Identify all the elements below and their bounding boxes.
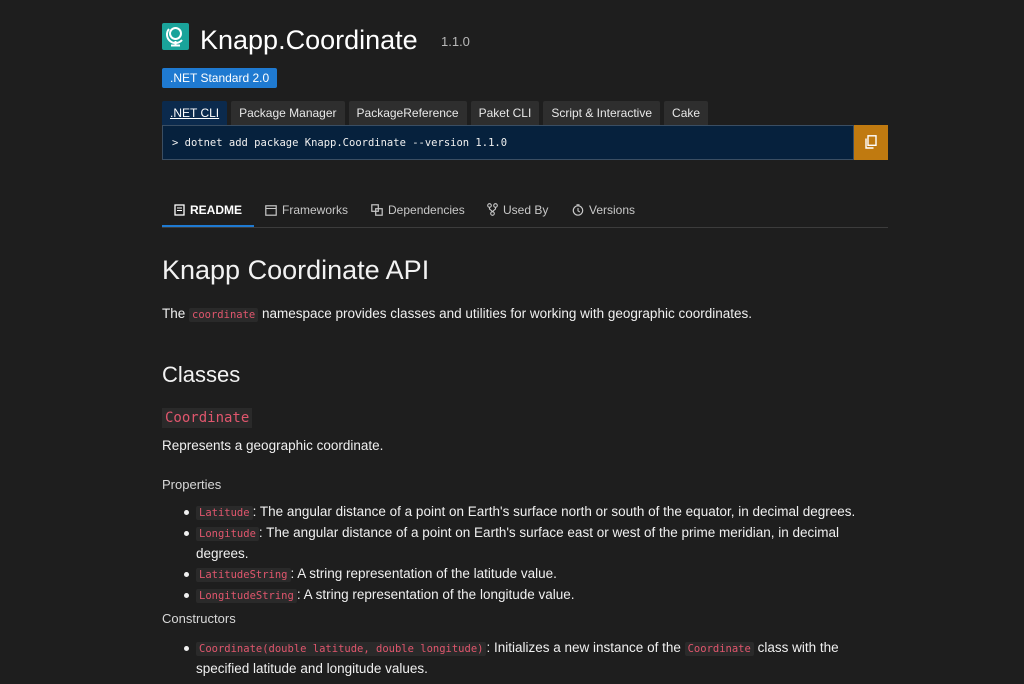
- constructor-code: Coordinate(double latitude, double longi…: [196, 642, 487, 656]
- list-item: Longitude: The angular distance of a poi…: [162, 523, 888, 564]
- install-tab-package-manager[interactable]: Package Manager: [231, 101, 345, 125]
- properties-list: Latitude: The angular distance of a poin…: [162, 502, 888, 606]
- tab-frameworks-label: Frameworks: [282, 203, 349, 217]
- clock-icon: [572, 204, 584, 216]
- install-tabs: .NET CLI Package Manager PackageReferenc…: [162, 101, 709, 125]
- tab-dependencies-label: Dependencies: [388, 203, 465, 217]
- install-tab-dotnet-cli[interactable]: .NET CLI: [162, 101, 228, 125]
- constructors-list: Coordinate(double latitude, double longi…: [162, 638, 888, 679]
- intro-code: coordinate: [189, 308, 259, 322]
- install-command-box[interactable]: > dotnet add package Knapp.Coordinate --…: [162, 125, 854, 160]
- package-version: 1.1.0: [441, 34, 470, 49]
- dependencies-icon: [371, 204, 383, 216]
- install-tab-package-reference[interactable]: PackageReference: [348, 101, 467, 125]
- property-text: : The angular distance of a point on Ear…: [252, 504, 856, 519]
- readme-title: Knapp Coordinate API: [162, 255, 430, 285]
- tab-versions[interactable]: Versions: [572, 195, 635, 226]
- copy-icon: [865, 135, 877, 149]
- intro-text-pre: The: [162, 306, 190, 321]
- package-globe-icon: [162, 23, 189, 50]
- property-code: LongitudeString: [196, 589, 297, 603]
- tab-readme[interactable]: README: [162, 195, 255, 227]
- property-code: Longitude: [196, 527, 259, 541]
- property-text: : The angular distance of a point on Ear…: [196, 525, 840, 561]
- class-description: Represents a geographic coordinate.: [162, 438, 384, 453]
- install-tab-cake[interactable]: Cake: [664, 101, 709, 125]
- properties-heading: Properties: [162, 477, 222, 492]
- copy-button[interactable]: [854, 125, 888, 160]
- tab-used-by[interactable]: Used By: [487, 195, 548, 226]
- used-by-icon: [487, 203, 498, 216]
- framework-badge[interactable]: .NET Standard 2.0: [162, 68, 278, 88]
- property-text: : A string representation of the longitu…: [296, 587, 575, 602]
- constructors-heading: Constructors: [162, 611, 236, 626]
- classes-heading: Classes: [162, 362, 241, 387]
- tab-dependencies[interactable]: Dependencies: [371, 195, 465, 226]
- list-item: LongitudeString: A string representation…: [162, 585, 888, 606]
- install-tab-script-interactive[interactable]: Script & Interactive: [543, 101, 661, 125]
- property-text: : A string representation of the latitud…: [290, 566, 557, 581]
- constructor-class-code: Coordinate: [684, 642, 754, 656]
- constructor-text-pre: : Initializes a new instance of the: [486, 640, 685, 655]
- property-code: LatitudeString: [196, 568, 291, 582]
- tab-versions-label: Versions: [589, 203, 636, 217]
- list-item: Latitude: The angular distance of a poin…: [162, 502, 888, 523]
- list-item: Coordinate(double latitude, double longi…: [162, 638, 888, 679]
- class-name-heading: Coordinate: [162, 408, 253, 428]
- intro-text-post: namespace provides classes and utilities…: [258, 306, 752, 321]
- tab-readme-label: README: [190, 203, 243, 217]
- frameworks-icon: [265, 205, 277, 216]
- readme-icon: [174, 204, 185, 216]
- list-item: LatitudeString: A string representation …: [162, 564, 888, 585]
- tab-used-by-label: Used By: [503, 203, 549, 217]
- install-command[interactable]: > dotnet add package Knapp.Coordinate --…: [172, 126, 507, 160]
- readme-intro: The coordinate namespace provides classe…: [162, 306, 752, 322]
- install-tab-paket-cli[interactable]: Paket CLI: [470, 101, 540, 125]
- documentation-tabs: README Frameworks Dependencies Used By V…: [162, 195, 888, 228]
- property-code: Latitude: [196, 506, 253, 520]
- tab-frameworks[interactable]: Frameworks: [265, 195, 348, 226]
- package-title: Knapp.Coordinate: [200, 25, 418, 55]
- package-header: Knapp.Coordinate 1.1.0: [162, 23, 888, 57]
